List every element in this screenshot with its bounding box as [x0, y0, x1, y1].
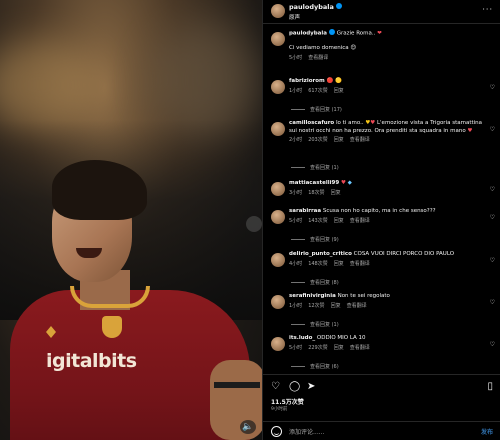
comment-text: Non te sei regolato	[337, 293, 390, 299]
comment-likes[interactable]: 203次赞	[308, 137, 328, 143]
caption-text-2: Ci vediamo domenica	[289, 45, 349, 51]
translate-link[interactable]: 查看翻译	[350, 218, 370, 224]
post-button[interactable]: 发布	[481, 427, 493, 436]
caption-text: Grazie Roma..	[336, 30, 376, 37]
comment-username[interactable]: sarabirraa	[289, 208, 321, 214]
share-icon[interactable]: ➤	[307, 381, 315, 392]
comment-username[interactable]: its.ludo_	[289, 335, 315, 341]
post-header: paulodybala 原声 ···	[263, 0, 500, 24]
reply-button[interactable]: 回复	[334, 345, 344, 351]
verified-icon	[335, 3, 342, 9]
view-replies-link[interactable]: 查看回复 (6)	[291, 363, 339, 370]
arm-tattoo	[214, 382, 260, 388]
comment-time: 4小时	[289, 260, 303, 267]
reply-button[interactable]: 回复	[334, 88, 344, 94]
verified-icon	[329, 29, 335, 35]
like-heart-icon[interactable]: ♡	[490, 84, 495, 91]
reply-button[interactable]: 回复	[334, 261, 344, 267]
comment-text: Io ti amo..	[335, 120, 364, 126]
comment-username[interactable]: mattiacastelli99	[289, 180, 339, 186]
jersey-sponsor: igitalbits	[46, 350, 137, 372]
reply-button[interactable]: 回复	[331, 303, 341, 309]
heart-emoji-icon: ❤	[377, 30, 382, 37]
like-heart-icon[interactable]: ♡	[490, 214, 495, 221]
avatar[interactable]	[271, 337, 285, 351]
comment-likes[interactable]: 12次赞	[308, 303, 324, 309]
mute-icon[interactable]: 🔈	[240, 420, 256, 434]
emoji: ♥	[370, 120, 376, 126]
reply-button[interactable]: 回复	[334, 218, 344, 224]
view-replies-link[interactable]: 查看回复 (1)	[291, 321, 339, 328]
post-media[interactable]: igitalbits 🔈	[0, 0, 262, 440]
translate-link[interactable]: 查看翻译	[308, 55, 328, 61]
bookmark-icon[interactable]: ▯	[487, 381, 493, 392]
emoji: ♥	[340, 180, 346, 186]
comment-username[interactable]: serafinivirginia	[289, 293, 336, 299]
avatar[interactable]	[271, 4, 285, 18]
post-actions: ♡ ◯ ➤ ▯ 11.5万次赞 9小时前 添加评论...... 发布	[263, 374, 500, 440]
view-replies-link[interactable]: 查看回复 (1)	[291, 164, 339, 171]
comment-icon[interactable]: ◯	[289, 381, 300, 392]
avatar[interactable]	[271, 80, 285, 94]
comments-list: paulodybala Grazie Roma.. ❤ Ci vediamo d…	[263, 28, 500, 374]
comment-text: COSA VUOI DIRCI PORCO DIO PAULO	[353, 251, 455, 257]
comment-time: 1小时	[289, 302, 303, 309]
like-heart-icon[interactable]: ♡	[490, 299, 495, 306]
comment-username[interactable]: delirio_punto_critico	[289, 251, 352, 257]
avatar[interactable]	[271, 210, 285, 224]
comment-text: Scusa non ho capito, ma in che senso???	[322, 208, 436, 214]
emoji: ♥	[467, 127, 473, 134]
view-replies-link[interactable]: 查看回复 (17)	[291, 106, 342, 113]
club-crest	[102, 316, 122, 338]
view-replies-link[interactable]: 查看回复 (8)	[291, 279, 339, 286]
comment-likes[interactable]: 148次赞	[308, 261, 328, 267]
audio-label[interactable]: 原声	[289, 13, 300, 21]
translate-link[interactable]: 查看翻译	[347, 303, 367, 309]
avatar[interactable]	[271, 32, 285, 46]
translate-link[interactable]: 查看翻译	[350, 345, 370, 351]
view-replies-link[interactable]: 查看回复 (9)	[291, 236, 339, 243]
avatar[interactable]	[271, 122, 285, 136]
comment-likes[interactable]: 143次赞	[308, 218, 328, 224]
like-heart-icon[interactable]: ♡	[490, 341, 495, 348]
comment-time: 1小时	[289, 87, 303, 94]
emoji: ◆	[347, 180, 352, 186]
avatar[interactable]	[271, 253, 285, 267]
like-heart-icon[interactable]: ♡	[490, 257, 495, 264]
comment-time: 5小时	[289, 217, 303, 224]
avatar[interactable]	[271, 182, 285, 196]
author-username[interactable]: paulodybala	[289, 3, 342, 11]
comment-likes[interactable]: 229次赞	[308, 345, 328, 351]
emoji-icon[interactable]	[271, 426, 282, 437]
comment-username[interactable]: camilloscafuro	[289, 120, 334, 126]
translate-link[interactable]: 查看翻译	[350, 137, 370, 143]
comment-time: 5小时	[289, 344, 303, 351]
like-heart-icon[interactable]: ♡	[490, 126, 495, 133]
like-heart-icon[interactable]: ♡	[490, 186, 495, 193]
comment-likes[interactable]: 18次赞	[308, 190, 324, 196]
more-options-icon[interactable]: ···	[482, 6, 493, 14]
caption-username[interactable]: paulodybala	[289, 31, 327, 37]
comment-time: 2小时	[289, 137, 303, 143]
jersey-collar	[70, 286, 150, 308]
emoji: 🔴 🟡	[326, 78, 342, 84]
reply-button[interactable]: 回复	[334, 137, 344, 143]
add-comment-bar: 添加评论...... 发布	[263, 421, 500, 440]
smile-emoji-icon: 😊	[350, 45, 357, 51]
post-time: 9小时前	[271, 407, 288, 412]
reply-button[interactable]: 回复	[331, 190, 341, 196]
comment-text: ODDIO MIO LA 10	[316, 335, 366, 341]
translate-link[interactable]: 查看翻译	[350, 261, 370, 267]
next-arrow-icon[interactable]	[246, 216, 262, 232]
comment-time: 3小时	[289, 189, 303, 196]
like-count[interactable]: 11.5万次赞	[271, 397, 304, 406]
comment-username[interactable]: fabriziorom	[289, 78, 325, 84]
post-panel: paulodybala 原声 ··· paulodybala Grazie Ro…	[262, 0, 500, 440]
add-comment-input[interactable]: 添加评论......	[289, 427, 324, 436]
like-heart-icon[interactable]: ♡	[271, 381, 280, 392]
caption-time: 5小时	[289, 54, 303, 61]
comment-likes[interactable]: 617次赞	[308, 88, 328, 94]
avatar[interactable]	[271, 295, 285, 309]
background-blur	[0, 40, 100, 130]
